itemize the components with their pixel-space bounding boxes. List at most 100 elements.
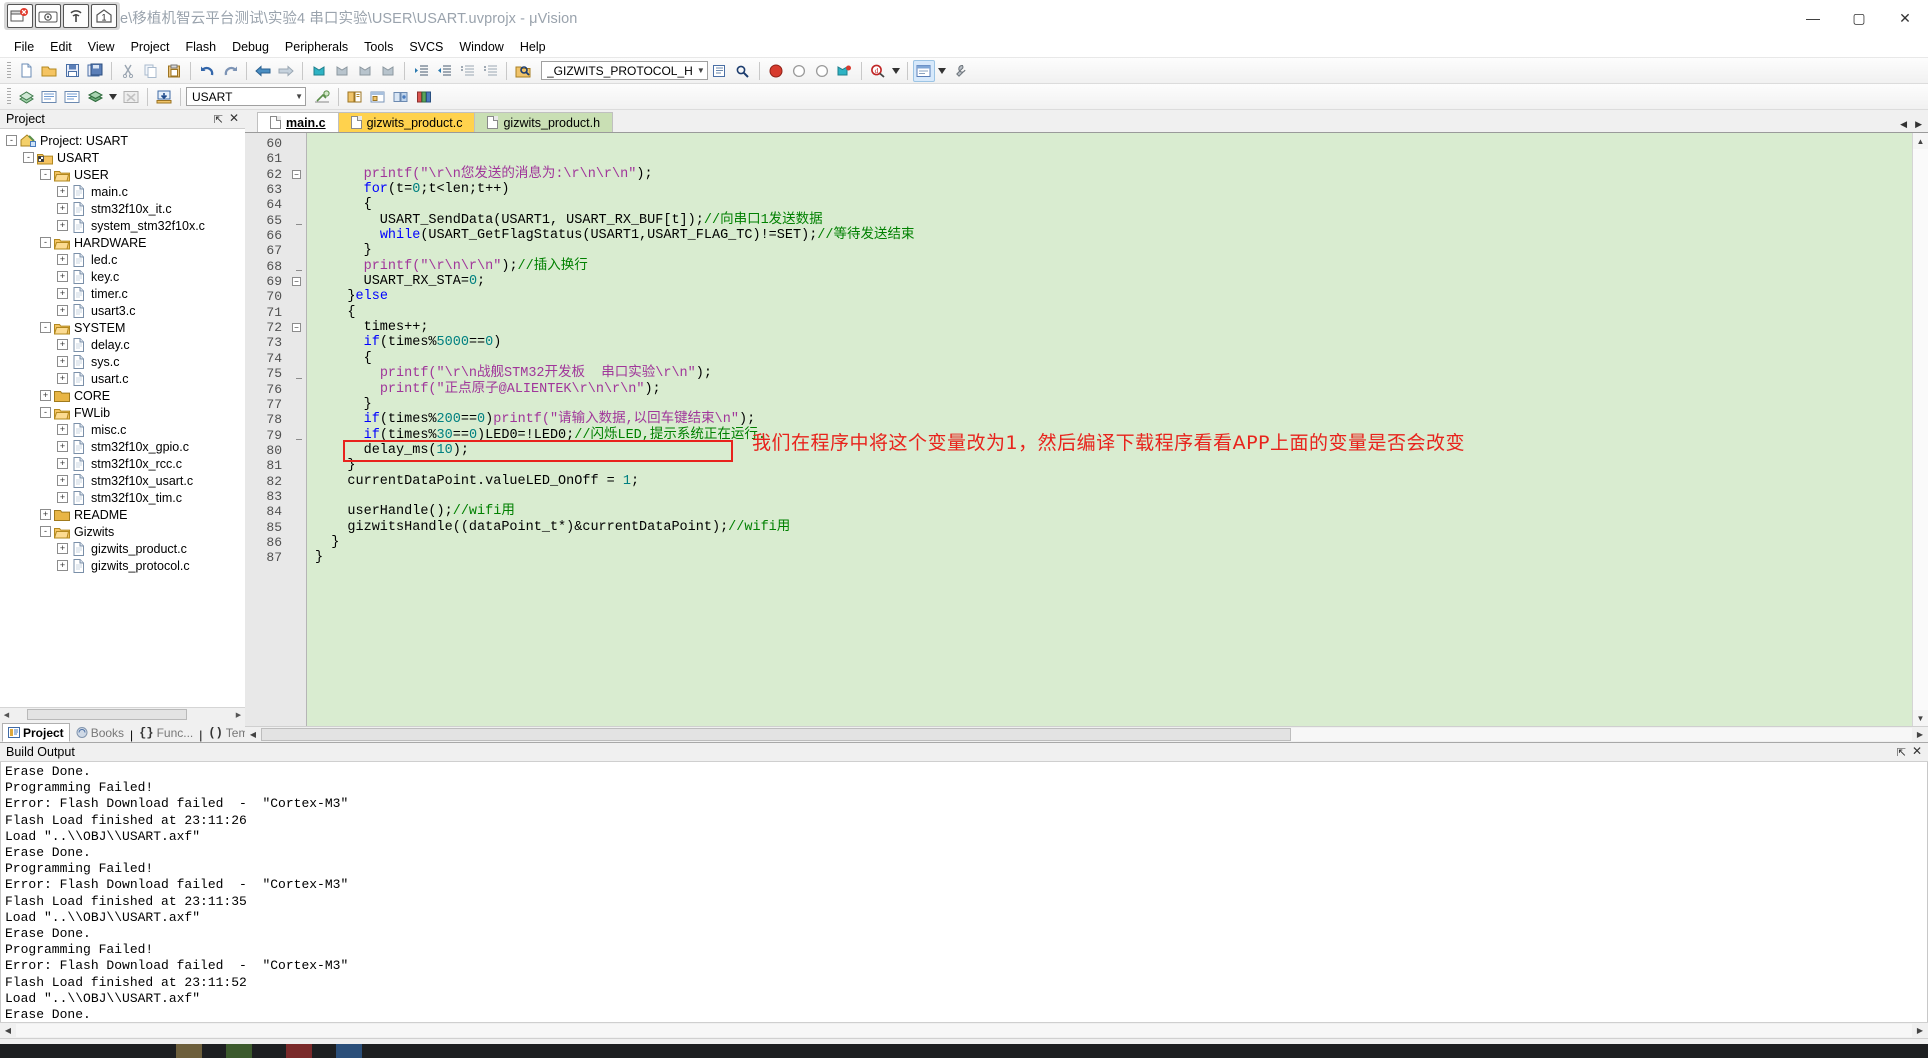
bookmark-toggle-icon[interactable]: [308, 60, 330, 82]
code-folding-column[interactable]: − − −: [287, 133, 307, 726]
tree-item-stm32f10x-usart-c[interactable]: + stm32f10x_usart.c: [0, 472, 245, 489]
menu-edit[interactable]: Edit: [42, 38, 80, 56]
fold-marker[interactable]: −: [287, 274, 306, 289]
tree-item-user[interactable]: - USER: [0, 166, 245, 183]
code-line[interactable]: printf("\r\n战舰STM32开发板 串口实验\r\n");: [315, 366, 1912, 381]
tree-item-led-c[interactable]: + led.c: [0, 251, 245, 268]
tree-item-main-c[interactable]: + main.c: [0, 183, 245, 200]
code-line[interactable]: USART_RX_STA=0;: [315, 274, 1912, 289]
copy-icon[interactable]: [140, 60, 162, 82]
code-line[interactable]: if(times%200==0)printf("请输入数据,以回车键结束\n")…: [315, 412, 1912, 427]
rebuild-icon[interactable]: [61, 86, 83, 108]
project-items-icon[interactable]: [390, 86, 412, 108]
navigate-forward-icon[interactable]: [275, 60, 297, 82]
menu-file[interactable]: File: [6, 38, 42, 56]
open-file-icon[interactable]: [38, 60, 60, 82]
tree-item-usart[interactable]: - USART: [0, 149, 245, 166]
tree-item-key-c[interactable]: + key.c: [0, 268, 245, 285]
project-tree[interactable]: - Project: USART - USART - USER + main.c + stm32f…: [0, 129, 245, 707]
tree-item-stm32f10x-tim-c[interactable]: + stm32f10x_tim.c: [0, 489, 245, 506]
settings-wrench-icon[interactable]: [949, 60, 971, 82]
scroll-right-icon[interactable]: ▶: [232, 711, 245, 719]
bookmark-next-icon[interactable]: [354, 60, 376, 82]
find-combo[interactable]: _GIZWITS_PROTOCOL_H ▼: [541, 61, 708, 80]
tree-toggle-icon[interactable]: -: [40, 322, 51, 333]
code-line[interactable]: }: [315, 550, 1912, 565]
fold-collapse-icon[interactable]: −: [292, 277, 301, 287]
undo-icon[interactable]: [196, 60, 218, 82]
chevron-down-icon[interactable]: ▼: [291, 92, 303, 101]
save-all-icon[interactable]: [84, 60, 106, 82]
tree-item-stm32f10x-gpio-c[interactable]: + stm32f10x_gpio.c: [0, 438, 245, 455]
tree-toggle-icon[interactable]: +: [57, 203, 68, 214]
code-line[interactable]: }: [315, 397, 1912, 412]
breakpoint-clear-icon[interactable]: [811, 60, 833, 82]
tree-item-system[interactable]: - SYSTEM: [0, 319, 245, 336]
tree-item-readme[interactable]: + README: [0, 506, 245, 523]
fold-marker[interactable]: −: [287, 320, 306, 335]
sidebar-tab-books[interactable]: Books: [70, 723, 130, 742]
build-output-log[interactable]: Erase Done. Programming Failed! Error: Fla…: [0, 762, 1928, 1022]
menu-flash[interactable]: Flash: [177, 38, 224, 56]
menu-peripherals[interactable]: Peripherals: [277, 38, 356, 56]
tree-item-usart-c[interactable]: + usart.c: [0, 370, 245, 387]
tree-toggle-icon[interactable]: +: [57, 356, 68, 367]
menu-help[interactable]: Help: [512, 38, 554, 56]
find-next-icon[interactable]: [709, 60, 731, 82]
code-line[interactable]: currentDataPoint.valueLED_OnOff = 1;: [315, 474, 1912, 489]
redo-icon[interactable]: [219, 60, 241, 82]
menu-svcs[interactable]: SVCS: [401, 38, 451, 56]
code-line[interactable]: {: [315, 305, 1912, 320]
tree-toggle-icon[interactable]: -: [40, 237, 51, 248]
code-line[interactable]: USART_SendData(USART1, USART_RX_BUF[t]);…: [315, 213, 1912, 228]
target-combo[interactable]: USART ▼: [186, 87, 306, 106]
tree-item-core[interactable]: + CORE: [0, 387, 245, 404]
code-line[interactable]: gizwitsHandle((dataPoint_t*)&currentData…: [315, 520, 1912, 535]
build-hscrollbar[interactable]: ◀ ▶: [0, 1022, 1928, 1038]
books-toolbar-icon[interactable]: [413, 86, 435, 108]
code-line[interactable]: while(USART_GetFlagStatus(USART1,USART_F…: [315, 228, 1912, 243]
tree-item-hardware[interactable]: - HARDWARE: [0, 234, 245, 251]
tree-toggle-icon[interactable]: +: [57, 475, 68, 486]
tree-item-stm32f10x-rcc-c[interactable]: + stm32f10x_rcc.c: [0, 455, 245, 472]
tree-toggle-icon[interactable]: +: [57, 254, 68, 265]
toolbar-grip[interactable]: [7, 61, 11, 80]
tree-item-stm32f10x-it-c[interactable]: + stm32f10x_it.c: [0, 200, 245, 217]
counter-badge-icon[interactable]: 1: [91, 4, 117, 28]
uncomment-lines-icon[interactable]: [479, 60, 501, 82]
tab-scroll-right-icon[interactable]: ▶: [1915, 119, 1922, 130]
bookmark-prev-icon[interactable]: [331, 60, 353, 82]
scroll-down-icon[interactable]: ▼: [1913, 710, 1928, 726]
code-line[interactable]: userHandle();//wifi用: [315, 504, 1912, 519]
tree-toggle-icon[interactable]: -: [40, 169, 51, 180]
tree-toggle-icon[interactable]: +: [57, 339, 68, 350]
code-line[interactable]: {: [315, 351, 1912, 366]
editor-tab-gizwits-product-h[interactable]: gizwits_product.h: [474, 112, 614, 132]
paste-icon[interactable]: [163, 60, 185, 82]
target-options-icon[interactable]: [311, 86, 333, 108]
navigate-back-icon[interactable]: [252, 60, 274, 82]
scroll-right-icon[interactable]: ▶: [1912, 730, 1928, 739]
stop-build-icon[interactable]: [765, 60, 787, 82]
code-line[interactable]: }else: [315, 289, 1912, 304]
tab-scroll-left-icon[interactable]: ◀: [1900, 119, 1907, 130]
code-line[interactable]: if(times%5000==0): [315, 335, 1912, 350]
comment-lines-icon[interactable]: [456, 60, 478, 82]
tree-toggle-icon[interactable]: +: [57, 441, 68, 452]
save-icon[interactable]: [61, 60, 83, 82]
chevron-down-icon[interactable]: ▼: [693, 66, 705, 75]
tree-toggle-icon[interactable]: -: [23, 152, 34, 163]
stop-build-2-icon[interactable]: [120, 86, 142, 108]
screenshot-tool-icon[interactable]: [7, 4, 33, 28]
translate-file-icon[interactable]: [15, 86, 37, 108]
build-target-icon[interactable]: [38, 86, 60, 108]
bookmark-drop-icon[interactable]: [834, 60, 856, 82]
code-line[interactable]: [315, 566, 1912, 581]
indent-decrease-icon[interactable]: [433, 60, 455, 82]
tree-toggle-icon[interactable]: +: [57, 458, 68, 469]
camera-icon[interactable]: [35, 4, 61, 28]
indent-increase-icon[interactable]: [410, 60, 432, 82]
tree-toggle-icon[interactable]: +: [57, 220, 68, 231]
pin-icon[interactable]: ⇱: [1897, 746, 1906, 759]
find-all-icon[interactable]: [732, 60, 754, 82]
